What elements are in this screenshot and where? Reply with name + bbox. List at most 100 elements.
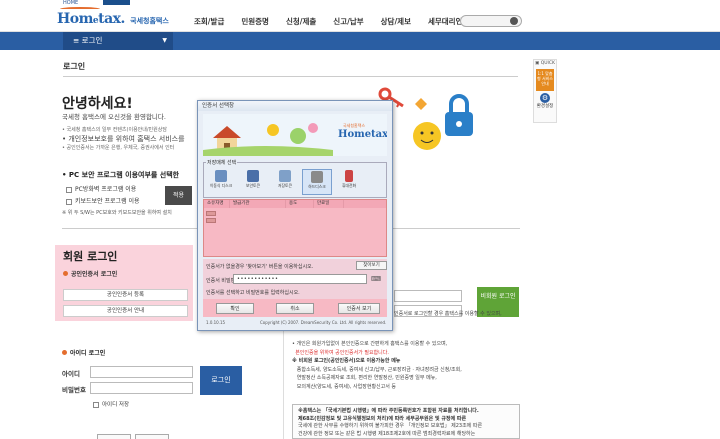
storage-security-token[interactable]: 보안토큰 <box>238 169 268 195</box>
dialog-message: 인증서를 선택하고 비밀번호를 입력하십시오. <box>206 290 300 296</box>
col-usage[interactable]: 용도 <box>286 200 314 208</box>
breadcrumb[interactable]: ≡ 로그인 ▼ <box>63 32 173 50</box>
save-token-icon <box>279 170 291 182</box>
quick-service-button[interactable]: 1:1 맞춤형 서비스 안내 <box>536 69 554 91</box>
dialog-brand: Hometax. <box>338 129 387 140</box>
bullet-icon <box>62 350 67 355</box>
storage-removable[interactable]: 이동식 디스크 <box>206 169 236 195</box>
member-login-panel: 회원 로그인 공인인증서 로그인 공인인증서 등록 공인인증서 안내 <box>55 245 193 321</box>
cert-password-input[interactable]: •••••••••••• <box>233 274 367 284</box>
storage-options: 이동식 디스크 보안토큰 저장토큰 하드디스크 휴대전화 <box>206 169 366 195</box>
nav-item-certificate[interactable]: 민원증명 <box>241 16 269 27</box>
bullet-item: • 공인인증서는 가까운 은행, 우체국, 증권사에서 인터 <box>62 145 175 151</box>
header: Hometax. 국세청홈택스 조회/발급 민원증명 신청/제출 신고/납부 상… <box>0 5 720 32</box>
storage-save-token[interactable]: 저장토큰 <box>270 169 300 195</box>
dialog-hint: 인증서가 없을경우 '찾아보기' 버튼을 이용하십시오. <box>206 264 314 270</box>
pc-security-options: PC방화벽 프로그램 이용 키보드보안 프로그램 이용 <box>66 184 140 208</box>
save-id-checkbox[interactable] <box>93 401 99 408</box>
quick-settings-label[interactable]: 환경설정 <box>534 103 556 109</box>
keyboard-option[interactable]: 키보드보안 프로그램 이용 <box>66 196 140 208</box>
keyboard-icon[interactable]: ⌨ <box>370 274 382 284</box>
login-button[interactable]: 로그인 <box>200 366 242 395</box>
nav-item-agent[interactable]: 세무대리인 <box>428 16 463 27</box>
password-label: 비밀번호 <box>62 386 86 394</box>
certificate-dialog: 인증서 선택창 국세청홈택스 Hometax. 저장매체 선택 이동식 디스크 … <box>197 100 393 331</box>
find-id-button[interactable] <box>97 434 131 439</box>
table-row[interactable] <box>206 211 216 216</box>
notice-line: 제68조(민감정보 및 고유식별정보의 처리)에 따라 세무공무원은 및 규정에… <box>298 415 467 422</box>
cert-register-button[interactable]: 공인인증서 등록 <box>63 289 188 301</box>
info-line: 연말정산 소득공제자료 조회, 편리한 연말정산, 민원증명 일부 메뉴, <box>296 375 437 381</box>
col-issuer[interactable]: 발급기관 <box>230 200 286 208</box>
table-row[interactable] <box>206 218 216 223</box>
storage-label: 저장매체 선택 <box>206 159 238 166</box>
location-bar: ≡ 로그인 ▼ <box>0 32 720 50</box>
copyright-text: Copyright (C) 2007. DreamSecurity Co. Lt… <box>260 320 387 325</box>
nav-item-report[interactable]: 신고/납부 <box>333 16 363 27</box>
logo-subtitle: 국세청홈택스 <box>130 17 169 25</box>
storage-mobile[interactable]: 휴대전화 <box>334 169 364 195</box>
greeting-subtitle: 국세청 홈택스에 오신것을 환영합니다. <box>62 113 166 121</box>
id-login-heading: 아이디 로그인 <box>62 348 105 357</box>
nonmember-name-input[interactable] <box>394 290 462 302</box>
firewall-checkbox[interactable] <box>66 186 72 193</box>
ok-button[interactable]: 확인 <box>216 303 254 314</box>
version-text: 1.0.10.15 <box>206 320 226 325</box>
save-id-option[interactable]: 아이디 저장 <box>93 400 129 408</box>
chevron-down-icon: ▼ <box>162 37 167 44</box>
info-line-heading: ※ 비회원 로그인(공인인증서)으로 이용가능한 메뉴 <box>292 358 401 364</box>
bottom-buttons <box>97 434 173 439</box>
pc-security-note: ※ 위 두 S/W는 PC보호와 키보드보안을 위하여 설치 <box>62 210 172 216</box>
menu-icon: ≡ <box>73 36 82 45</box>
bullet-item: • 국세청 홈택스의 일부 컨텐츠(이용안내/민원상담 <box>62 127 167 133</box>
mobile-phone-icon <box>345 170 353 182</box>
notice-bullets: • 국세청 홈택스의 일부 컨텐츠(이용안내/민원상담 • 개인정보보호를 위하… <box>62 126 202 153</box>
certificate-table[interactable]: 소유자명 발급기관 용도 만료일 <box>203 199 387 257</box>
quick-menu: ▣ QUICK 1:1 맞춤형 서비스 안내 ⚙ 환경설정 <box>533 59 557 123</box>
member-login-title: 회원 로그인 <box>63 250 118 263</box>
col-expiry[interactable]: 만료일 <box>314 200 344 208</box>
info-line: 종합소득세, 양도소득세, 증여세 신고/납부, 근로장려금 · 자녀장려금 신… <box>296 366 462 373</box>
search-icon[interactable] <box>510 17 518 25</box>
dialog-banner: 국세청홈택스 Hometax. <box>203 114 387 156</box>
cancel-button[interactable]: 취소 <box>276 303 314 314</box>
nonmember-text: 인증서로 로그인할 경우 홈택스를 이용할 수 있으며, <box>394 311 502 317</box>
id-input[interactable] <box>90 366 193 378</box>
password-input[interactable] <box>90 382 193 394</box>
keyboard-checkbox[interactable] <box>66 198 72 205</box>
dialog-title[interactable]: 인증서 선택창 <box>198 101 392 111</box>
nav-item-inquiry[interactable]: 조회/발급 <box>194 16 224 27</box>
page-title: 로그인 <box>63 62 86 71</box>
breadcrumb-label: 로그인 <box>81 36 103 45</box>
search-input[interactable] <box>460 15 522 27</box>
hometax-logo[interactable]: Hometax. 국세청홈택스 <box>57 7 169 27</box>
quick-head: ▣ QUICK <box>535 61 555 66</box>
hard-disk-icon <box>311 171 323 183</box>
gear-icon[interactable]: ⚙ <box>540 93 550 103</box>
view-cert-button[interactable]: 인증서 보기 <box>338 303 380 314</box>
privacy-notice-box: ※홈택스는 「국세기본법 시행령」에 따라 주민등록번호가 포함된 자료를 처리… <box>292 404 520 439</box>
id-label: 아이디 <box>62 370 80 378</box>
storage-hard-disk[interactable]: 하드디스크 <box>302 169 332 195</box>
info-line-warning: 본인인증을 위하여 공인인증서가 필요합니다. <box>295 349 389 356</box>
browse-button[interactable]: 찾아보기 <box>356 261 387 270</box>
nonmember-description: 인증서로 로그인할 경우 홈택스를 이용할 수 있으며, <box>394 310 518 318</box>
notice-line: ※홈택스는 「국세기본법 시행령」에 따라 주민등록번호가 포함된 자료를 처리… <box>298 408 479 414</box>
nav-item-apply[interactable]: 신청/제출 <box>286 16 316 27</box>
find-password-button[interactable] <box>135 434 169 439</box>
notice-line: 건강에 관한 정보 또는 같은 법 시행령 제18조제2호에 따른 범죄경력자료… <box>298 430 476 437</box>
nav-item-consult[interactable]: 상담/제보 <box>381 16 411 27</box>
col-owner[interactable]: 소유자명 <box>204 200 230 208</box>
apply-button[interactable]: 적용 <box>165 186 192 205</box>
main-nav: 조회/발급 민원증명 신청/제출 신고/납부 상담/제보 세무대리인 <box>194 16 479 27</box>
bullet-item: • 개인정보보호를 위하여 홈택스 서비스를 <box>62 135 185 143</box>
logo-text: Hometax. <box>57 11 125 27</box>
greeting-title: 안녕하세요! <box>62 96 133 112</box>
firewall-option[interactable]: PC방화벽 프로그램 이용 <box>66 184 140 196</box>
table-header: 소유자명 발급기관 용도 만료일 <box>204 200 386 208</box>
cert-guide-button[interactable]: 공인인증서 안내 <box>63 305 188 317</box>
logo-swoosh-icon <box>60 7 100 11</box>
notice-line: 국세에 관한 사무를 수행하기 위하여 불가피한 경우 「개인정보 보호법」 제… <box>298 423 483 429</box>
divider <box>63 76 518 77</box>
cert-login-heading: 공인인증서 로그인 <box>63 269 117 278</box>
